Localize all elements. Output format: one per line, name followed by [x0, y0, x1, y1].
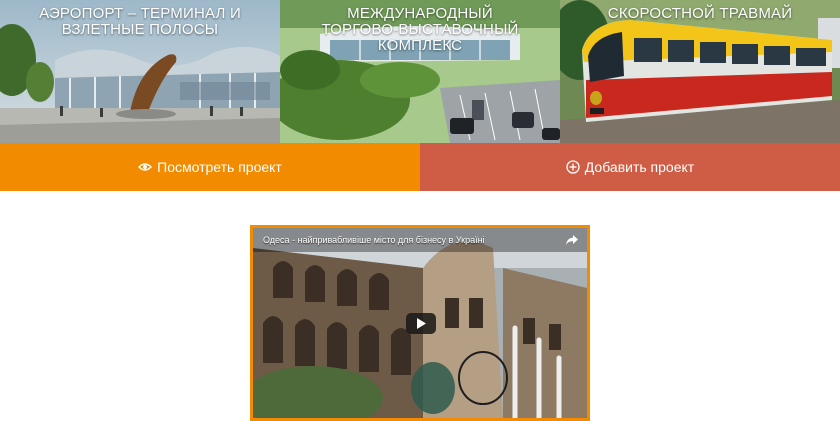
video-title: Одеса - найпривабливіше місто для бізнес…: [263, 235, 485, 245]
view-project-label: Посмотреть проект: [157, 159, 282, 175]
add-project-label: Добавить проект: [584, 159, 695, 175]
plus-circle-icon: [566, 160, 580, 174]
eye-icon: [138, 160, 153, 174]
share-icon[interactable]: [565, 233, 579, 247]
play-button[interactable]: [406, 313, 436, 334]
view-project-button[interactable]: Посмотреть проект: [0, 143, 420, 191]
project-tile-tram[interactable]: СКОРОСТНОЙ ТРАВМАЙ: [560, 0, 840, 143]
action-bar: Посмотреть проект Добавить проект: [0, 143, 840, 191]
video-player[interactable]: Одеса - найпривабливіше місто для бізнес…: [250, 225, 590, 421]
project-tiles: АЭРОПОРТ – ТЕРМИНАЛ И ВЗЛЕТНЫЕ ПОЛОСЫ МЕ…: [0, 0, 840, 143]
play-icon: [417, 318, 426, 329]
add-project-button[interactable]: Добавить проект: [420, 143, 840, 191]
project-title-airport: АЭРОПОРТ – ТЕРМИНАЛ И ВЗЛЕТНЫЕ ПОЛОСЫ: [39, 5, 241, 38]
project-tile-expo[interactable]: МЕЖДУНАРОДНЫЙ ТОРГОВО-ВЫСТАВОЧНЫЙ КОМПЛЕ…: [280, 0, 560, 143]
project-title-tram: СКОРОСТНОЙ ТРАВМАЙ: [607, 5, 793, 22]
project-title-expo: МЕЖДУНАРОДНЫЙ ТОРГОВО-ВЫСТАВОЧНЫЙ КОМПЛЕ…: [321, 5, 519, 54]
project-tile-airport[interactable]: АЭРОПОРТ – ТЕРМИНАЛ И ВЗЛЕТНЫЕ ПОЛОСЫ: [0, 0, 280, 143]
